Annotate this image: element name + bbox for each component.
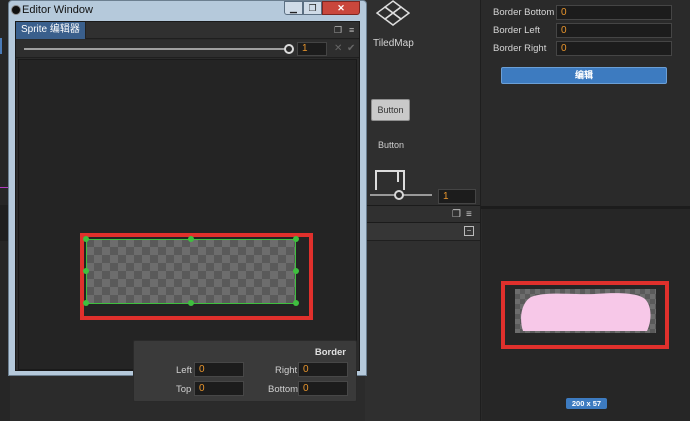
sprite-size-badge: 200 x 57 [566,398,607,409]
resize-handle-left[interactable] [83,268,89,274]
left-panel-selection-marker [0,38,2,54]
bottom-label: Bottom [268,384,299,395]
button-preview[interactable]: Button [371,99,410,121]
tab-strip: Sprite 编辑器 ❐ ≡ [16,22,359,39]
border-left-label: Border Left [493,25,540,36]
border-left-input[interactable]: 0 [556,23,672,38]
asset-zoom-input[interactable]: 1 [438,189,476,204]
close-button[interactable]: ✕ [322,1,360,15]
resize-handle-right[interactable] [293,268,299,274]
border-bottom-label: Border Bottom [493,7,555,18]
zoom-slider-thumb[interactable] [284,44,294,54]
border-panel: Border Left 0 Top 0 Right 0 Bottom 0 [133,340,357,402]
right-label: Right [275,365,298,376]
apply-icon[interactable]: ✔ [347,43,355,54]
border-right-row: Border Right 0 [493,41,683,57]
revert-icon[interactable]: ✕ [334,43,342,54]
window-controls: ▁ ❐ ✕ [284,1,360,15]
menu-icon[interactable]: ≡ [466,209,472,220]
sprite-editor-body: Sprite 编辑器 ❐ ≡ 1 ✕ ✔ Border Left 0 Top 0… [15,21,360,402]
tab-sprite-editor[interactable]: Sprite 编辑器 [16,22,86,39]
zoom-slider-track[interactable] [24,48,289,50]
border-bottom-row: Border Bottom 0 [493,5,683,21]
window-title: Editor Window [22,4,93,16]
top-input[interactable]: 0 [194,381,244,396]
editor-window: Editor Window ▁ ❐ ✕ Sprite 编辑器 ❐ ≡ 1 ✕ ✔ [8,0,367,402]
bottom-input[interactable]: 0 [298,381,348,396]
button-asset-label: Button [378,140,405,150]
resize-handle-bottom-left[interactable] [83,300,89,306]
resize-handle-bottom-right[interactable] [293,300,299,306]
border-right-label: Border Right [493,43,547,54]
collapse-icon[interactable]: − [464,226,474,236]
zoom-toolbar: 1 ✕ ✔ [16,40,359,58]
restore-button[interactable]: ❐ [303,1,322,15]
menu-icon[interactable]: ≡ [349,25,354,35]
right-input[interactable]: 0 [298,362,348,377]
left-input[interactable]: 0 [194,362,244,377]
asset-panel-toolbar: ❐ ≡ [365,205,480,223]
resize-handle-top-left[interactable] [83,236,89,242]
restore-icon[interactable]: ❐ [452,209,461,220]
resize-handle-bottom[interactable] [188,300,194,306]
left-label: Left [176,365,192,376]
sprite-preview-image [515,289,656,333]
border-panel-title: Border [314,347,346,358]
resize-handle-top-right[interactable] [293,236,299,242]
app-icon [11,5,21,15]
sprite-image[interactable] [83,236,299,306]
border-bottom-input[interactable]: 0 [556,5,672,20]
border-left-row: Border Left 0 [493,23,683,39]
frame-icon[interactable] [375,170,405,190]
top-label: Top [176,384,192,395]
tiledmap-label: TiledMap [373,38,414,49]
asset-zoom-thumb[interactable] [394,190,404,200]
resize-handle-top[interactable] [188,236,194,242]
restore-icon[interactable]: ❐ [334,25,342,36]
edit-button[interactable]: 编辑 [501,67,667,84]
zoom-input[interactable]: 1 [297,42,327,56]
sprite-canvas[interactable]: Border Left 0 Top 0 Right 0 Bottom 0 [18,59,357,402]
border-right-input[interactable]: 0 [556,41,672,56]
minimize-button[interactable]: ▁ [284,1,303,15]
asset-panel-subbar: − [365,223,480,241]
tiledmap-icon[interactable] [376,0,410,26]
